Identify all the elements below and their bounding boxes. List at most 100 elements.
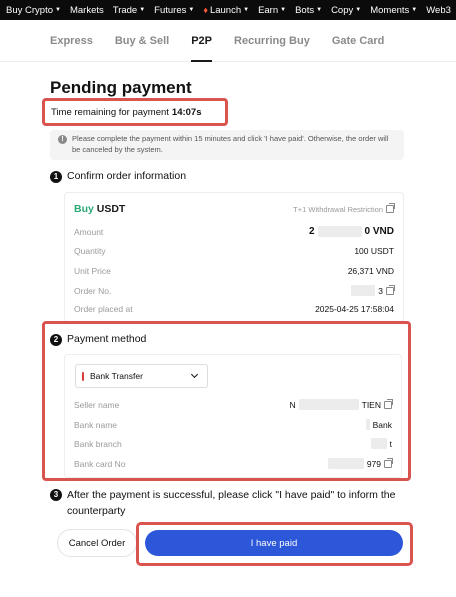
row-label: Amount (74, 226, 104, 237)
step-title: Confirm order information (67, 170, 187, 182)
nav-futures[interactable]: Futures ▼ (154, 5, 194, 16)
notice-text: Please complete the payment within 15 mi… (72, 134, 389, 154)
order-no-suffix: 3 (378, 285, 383, 296)
nav-moments[interactable]: Moments ▼ (370, 5, 417, 16)
i-have-paid-button[interactable]: I have paid (145, 530, 403, 556)
nav-trade[interactable]: Trade ▼ (113, 5, 145, 16)
bank-name-suffix: Bank (372, 419, 392, 430)
payment-row-bank-branch: Bank branch t (74, 438, 392, 449)
restriction-label: T+1 Withdrawal Restriction (293, 204, 383, 214)
copy-icon (384, 398, 393, 409)
chevron-down-icon (190, 370, 199, 379)
nav-buy-crypto[interactable]: Buy Crypto ▼ (6, 5, 61, 16)
step-number: 2 (50, 334, 62, 346)
caret-down-icon: ▼ (355, 7, 362, 13)
row-label: Seller name (74, 399, 120, 410)
nav-label: Web3 (426, 4, 451, 16)
flame-icon: ♦ (203, 5, 208, 15)
nav-launch[interactable]: ♦ Launch ▼ (203, 5, 249, 16)
nav-label: Moments (370, 4, 410, 16)
payment-notice: ! Please complete the payment within 15 … (50, 130, 404, 160)
seller-prefix: N (289, 399, 296, 410)
nav-label: Bots (295, 4, 315, 16)
order-info-card: Buy USDT T+1 Withdrawal Restriction Amou… (64, 192, 404, 322)
order-row-quantity: Quantity 100 USDT (74, 246, 394, 256)
bank-name-value: Bank (365, 419, 392, 430)
timer-label: Time remaining for payment (51, 106, 169, 118)
top-nav: Buy Crypto ▼ Markets Trade ▼ Futures ▼ ♦ Lau… (0, 0, 456, 20)
seller-suffix: TIEN (361, 399, 381, 410)
tab-gate-card[interactable]: Gate Card (332, 20, 385, 62)
step-number: 3 (50, 489, 62, 501)
step-confirm-order: 1 Confirm order information (50, 170, 186, 183)
row-label: Bank card No (74, 458, 126, 469)
nav-bots[interactable]: Bots ▼ (295, 5, 322, 16)
caret-down-icon: ▼ (280, 7, 287, 13)
order-row-placed-at: Order placed at 2025-04-25 17:58:04 (74, 304, 394, 314)
nav-markets[interactable]: Markets (70, 5, 104, 16)
row-value: 100 USDT (354, 246, 394, 256)
amount-suffix: 0 VND (364, 226, 394, 237)
cancel-order-button[interactable]: Cancel Order (57, 529, 137, 557)
tab-buy-sell[interactable]: Buy & Sell (115, 20, 169, 62)
nav-label: Copy (331, 4, 354, 16)
copy-icon (386, 284, 395, 295)
tab-recurring-buy[interactable]: Recurring Buy (234, 20, 310, 62)
row-label: Order placed at (74, 304, 133, 314)
step-text: After the payment is successful, please … (67, 489, 396, 517)
redacted-block (327, 458, 364, 469)
redacted-block (317, 226, 362, 237)
copy-icon (384, 457, 393, 468)
step-number: 1 (50, 171, 62, 183)
nav-label: Trade (112, 4, 138, 16)
payment-method-select[interactable]: Bank Transfer (75, 364, 208, 388)
order-row-order-no: Order No. 3 (74, 284, 395, 296)
payment-row-bank-name: Bank name Bank (74, 419, 392, 430)
caret-down-icon: ▼ (316, 7, 323, 13)
timer-value: 14:07s (171, 106, 202, 118)
amount-prefix: 2 (308, 226, 315, 237)
card-no-suffix: 979 (366, 458, 381, 469)
bank-transfer-marker (82, 371, 84, 381)
tab-express[interactable]: Express (50, 20, 93, 62)
payment-timer: Time remaining for payment 14:07s (42, 98, 228, 126)
row-label: Unit Price (74, 266, 111, 276)
bank-branch-suffix: t (389, 438, 392, 449)
seller-name-value[interactable]: N TIEN (289, 398, 393, 410)
withdrawal-restriction[interactable]: T+1 Withdrawal Restriction (293, 203, 395, 214)
caret-down-icon: ▼ (139, 7, 146, 13)
nav-label: Futures (154, 4, 187, 16)
caret-down-icon: ▼ (55, 7, 61, 13)
row-value: 26,371 VND (347, 266, 394, 276)
redacted-block (370, 438, 387, 449)
nav-earn[interactable]: Earn ▼ (258, 5, 286, 16)
payment-method-card: Bank Transfer Seller name N TIEN Bank na… (64, 354, 402, 478)
redacted-block (365, 419, 370, 430)
page-title: Pending payment (50, 78, 192, 97)
redacted-block (351, 285, 376, 296)
tab-p2p[interactable]: P2P (191, 20, 212, 62)
row-value: 2025-04-25 17:58:04 (315, 304, 394, 314)
redacted-block (298, 399, 359, 410)
bank-branch-value: t (370, 438, 392, 449)
nav-label: Earn (258, 4, 279, 16)
nav-label: Launch (209, 4, 242, 16)
order-row-unit-price: Unit Price 26,371 VND (74, 266, 394, 276)
order-side-asset: Buy USDT (74, 203, 125, 215)
row-label: Bank branch (74, 438, 122, 449)
step-notify: 3 After the payment is successful, pleas… (50, 488, 410, 520)
nav-web3[interactable]: Web3 (426, 5, 451, 16)
nav-label: Markets (69, 4, 104, 16)
card-no-value[interactable]: 979 (327, 457, 393, 469)
caret-down-icon: ▼ (411, 7, 418, 13)
order-no-value[interactable]: 3 (351, 284, 395, 296)
caret-down-icon: ▼ (243, 7, 250, 13)
step-payment-method: 2 Payment method (50, 333, 146, 346)
order-asset: USDT (96, 203, 126, 215)
nav-copy[interactable]: Copy ▼ (331, 5, 361, 16)
row-label: Bank name (74, 419, 117, 430)
caret-down-icon: ▼ (188, 7, 195, 13)
selected-method: Bank Transfer (90, 371, 143, 381)
nav-label: Buy Crypto (6, 4, 53, 16)
sub-tabs: Express Buy & Sell P2P Recurring Buy Gat… (0, 20, 456, 62)
